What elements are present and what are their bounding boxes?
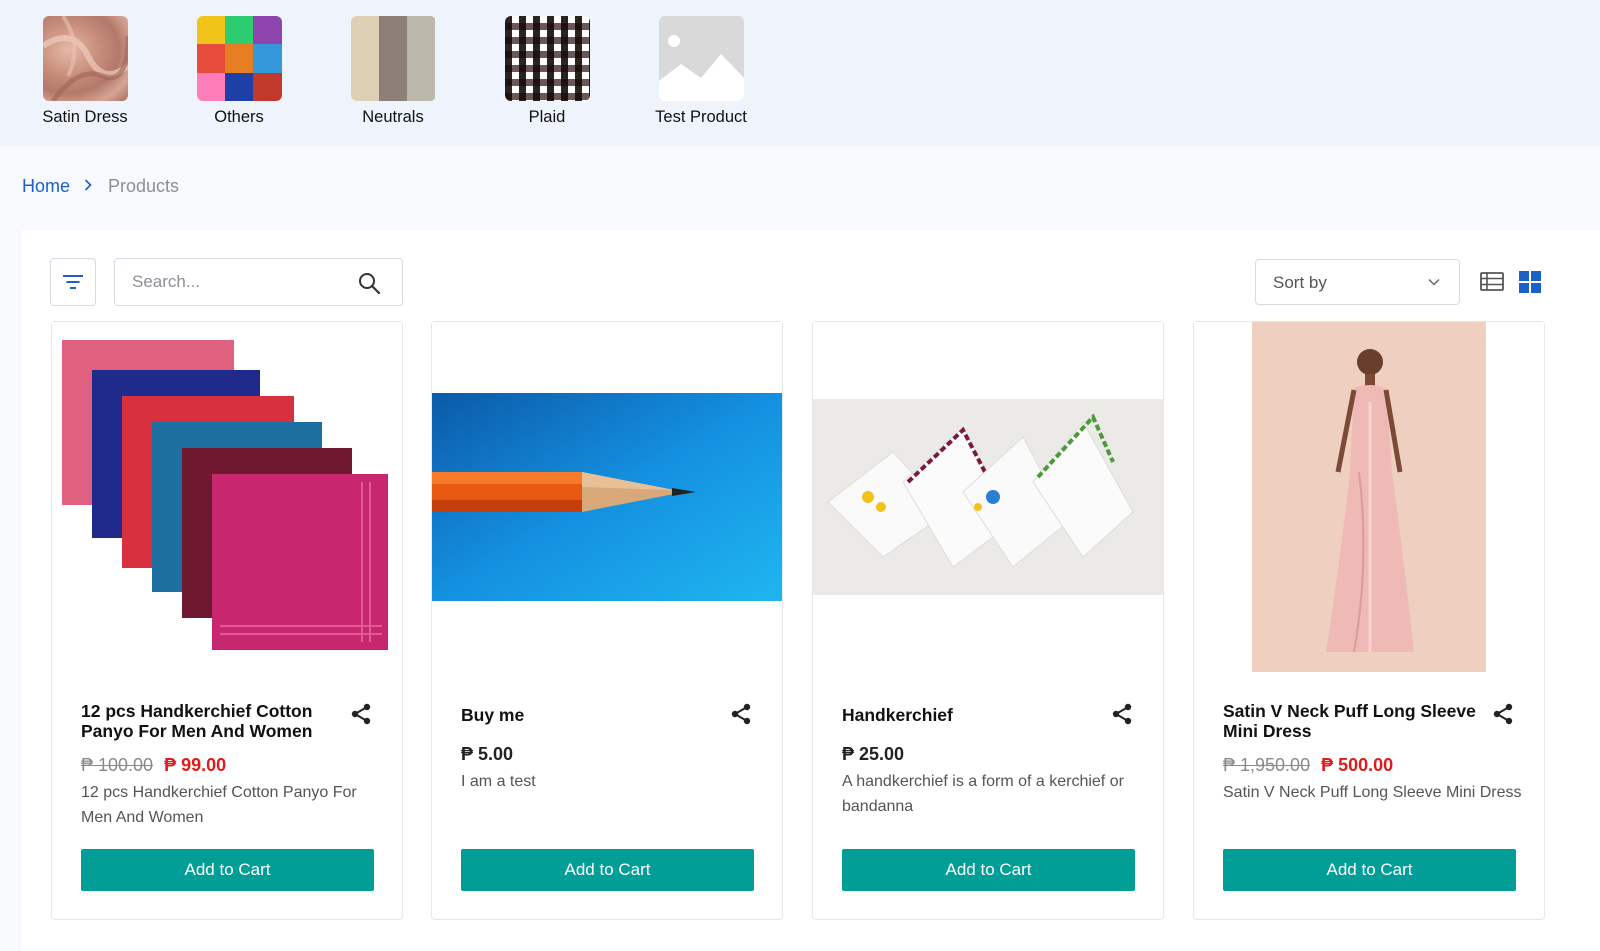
- original-price: ₱ 100.00: [81, 755, 154, 775]
- pink-satin-dress-image: [1194, 322, 1544, 672]
- products-panel: Sort by: [22, 230, 1600, 951]
- add-to-cart-button[interactable]: Add to Cart: [461, 849, 754, 891]
- chevron-down-icon: [1428, 278, 1440, 286]
- colored-handkerchiefs-image: [52, 322, 402, 672]
- neutral-stripes-image: [350, 16, 436, 101]
- category-label: Others: [214, 108, 264, 126]
- product-price: ₱ 5.00: [461, 744, 514, 764]
- product-title[interactable]: 12 pcs Handkerchief Cotton Panyo For Men…: [81, 701, 336, 741]
- category-strip: Satin Dress Others Neutrals Plaid Test P…: [0, 0, 1600, 146]
- product-description: A handkerchief is a form of a kerchief o…: [842, 773, 1124, 815]
- product-description: Satin V Neck Puff Long Sleeve Mini Dress: [1223, 784, 1522, 801]
- filter-button[interactable]: [50, 258, 96, 306]
- product-title[interactable]: Handkerchief: [842, 705, 1097, 725]
- product-title[interactable]: Satin V Neck Puff Long Sleeve Mini Dress: [1223, 701, 1478, 741]
- sort-label: Sort by: [1273, 273, 1327, 292]
- category-test-product[interactable]: Test Product: [641, 16, 761, 127]
- chevron-right-icon: [84, 178, 92, 196]
- category-label: Satin Dress: [42, 108, 128, 126]
- image-placeholder-icon: [658, 16, 744, 101]
- filter-icon: [63, 275, 83, 289]
- product-price: ₱ 25.00: [842, 744, 905, 764]
- pencil-image: [432, 322, 782, 672]
- search-box: [114, 258, 403, 306]
- product-card[interactable]: Buy me ₱ 5.00 I am a test Add to Cart: [431, 321, 783, 920]
- category-plaid[interactable]: Plaid: [487, 16, 607, 127]
- add-to-cart-button[interactable]: Add to Cart: [1223, 849, 1516, 891]
- add-to-cart-button[interactable]: Add to Cart: [81, 849, 374, 891]
- price-block: ₱ 25.00: [842, 744, 904, 765]
- sale-price: ₱ 99.00: [164, 755, 227, 775]
- product-card[interactable]: Satin V Neck Puff Long Sleeve Mini Dress…: [1193, 321, 1545, 920]
- sale-price: ₱ 500.00: [1321, 755, 1394, 775]
- add-to-cart-button[interactable]: Add to Cart: [842, 849, 1135, 891]
- category-others[interactable]: Others: [179, 16, 299, 127]
- embroidered-handkerchiefs-image: [813, 322, 1163, 672]
- satin-fabric-image: [42, 16, 128, 101]
- product-card[interactable]: Handkerchief ₱ 25.00 A handkerchief is a…: [812, 321, 1164, 920]
- share-icon[interactable]: [730, 703, 752, 725]
- search-icon[interactable]: [358, 272, 380, 294]
- category-label: Neutrals: [362, 108, 424, 126]
- share-icon[interactable]: [1111, 703, 1133, 725]
- share-icon[interactable]: [350, 703, 372, 725]
- colorful-fabrics-image: [196, 16, 282, 101]
- category-satin-dress[interactable]: Satin Dress: [25, 16, 145, 127]
- plaid-pattern-image: [504, 16, 590, 101]
- price-block: ₱ 1,950.00 ₱ 500.00: [1223, 755, 1393, 776]
- list-view-icon[interactable]: [1480, 272, 1504, 292]
- category-label: Test Product: [655, 108, 747, 126]
- product-description: 12 pcs Handkerchief Cotton Panyo For Men…: [81, 784, 357, 826]
- sort-dropdown[interactable]: Sort by: [1255, 259, 1460, 305]
- share-icon[interactable]: [1492, 703, 1514, 725]
- grid-view-icon[interactable]: [1519, 271, 1541, 293]
- breadcrumb-current: Products: [108, 176, 180, 196]
- category-label: Plaid: [528, 108, 566, 126]
- product-title[interactable]: Buy me: [461, 705, 716, 725]
- price-block: ₱ 100.00 ₱ 99.00: [81, 755, 226, 776]
- price-block: ₱ 5.00: [461, 744, 513, 765]
- product-description: I am a test: [461, 773, 536, 790]
- breadcrumb-home-link[interactable]: Home: [22, 176, 70, 197]
- breadcrumb: Home Products: [22, 176, 179, 197]
- category-neutrals[interactable]: Neutrals: [333, 16, 453, 127]
- search-input[interactable]: [132, 272, 352, 292]
- product-card[interactable]: 12 pcs Handkerchief Cotton Panyo For Men…: [51, 321, 403, 920]
- original-price: ₱ 1,950.00: [1223, 755, 1311, 775]
